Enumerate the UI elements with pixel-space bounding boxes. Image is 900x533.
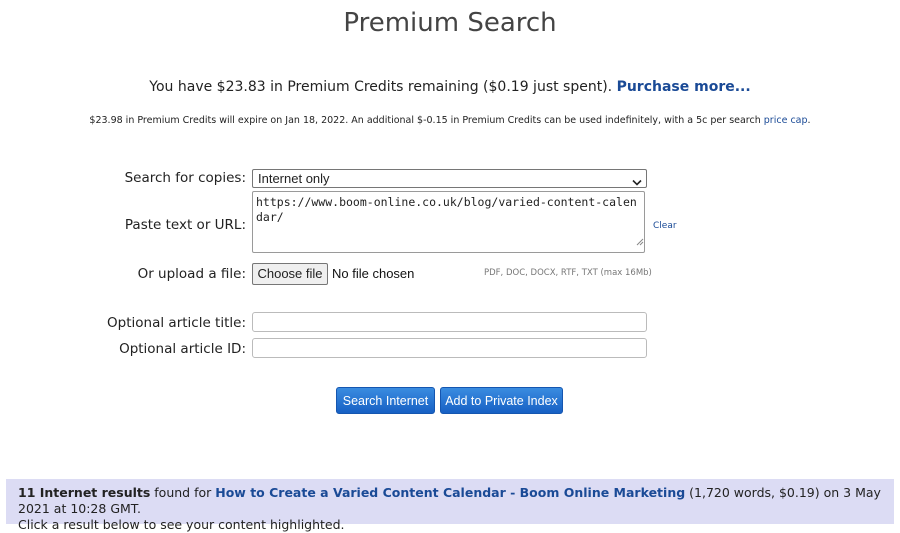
search-for-select[interactable]: Internet only: [252, 169, 647, 188]
add-to-private-index-button[interactable]: Add to Private Index: [440, 387, 563, 414]
resize-handle-icon[interactable]: [636, 238, 644, 246]
upload-label: Or upload a file:: [137, 266, 246, 282]
search-for-value: Internet only: [258, 171, 330, 186]
file-types-hint: PDF, DOC, DOCX, RTF, TXT (max 16Mb): [484, 268, 652, 278]
results-summary-bar: 11 Internet results found for How to Cre…: [6, 479, 894, 532]
results-instruction: Click a result below to see your content…: [18, 517, 345, 532]
paste-label: Paste text or URL:: [124, 217, 246, 233]
article-id-label: Optional article ID:: [119, 341, 246, 357]
choose-file-button[interactable]: Choose file: [252, 263, 328, 285]
chevron-down-icon: [632, 174, 642, 191]
credits-text: You have $23.83 in Premium Credits remai…: [149, 79, 613, 95]
expiry-text: $23.98 in Premium Credits will expire on…: [89, 115, 761, 126]
article-id-input[interactable]: [252, 338, 647, 358]
purchase-more-link[interactable]: Purchase more...: [617, 79, 751, 95]
price-cap-link[interactable]: price cap: [764, 115, 808, 126]
searched-article-link[interactable]: How to Create a Varied Content Calendar …: [215, 485, 685, 500]
results-found-for: found for: [150, 485, 216, 500]
clear-link[interactable]: Clear: [653, 221, 677, 231]
results-count: 11 Internet results: [18, 485, 151, 500]
article-title-label: Optional article title:: [107, 315, 246, 331]
paste-text-area[interactable]: https://www.boom-online.co.uk/blog/varie…: [252, 191, 645, 253]
credits-summary: You have $23.83 in Premium Credits remai…: [0, 79, 900, 95]
search-for-label: Search for copies:: [124, 170, 246, 186]
no-file-chosen-text: No file chosen: [332, 266, 415, 281]
results-summary-line: 11 Internet results found for How to Cre…: [18, 485, 894, 517]
expiry-suffix: .: [807, 115, 811, 126]
search-internet-button[interactable]: Search Internet: [336, 387, 435, 414]
credits-expiry-note: $23.98 in Premium Credits will expire on…: [0, 115, 900, 126]
page-title: Premium Search: [343, 8, 557, 38]
article-title-input[interactable]: [252, 312, 647, 332]
